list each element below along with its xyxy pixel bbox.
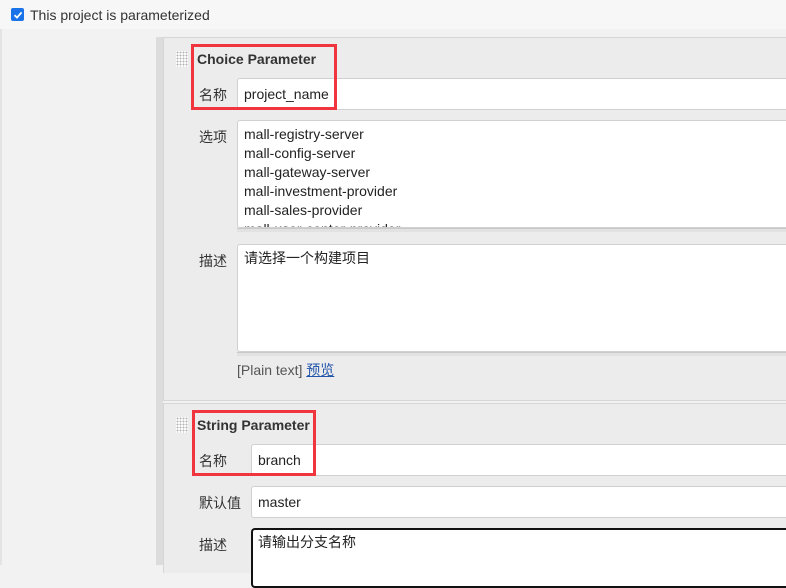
- choices-label: 选项: [199, 129, 227, 145]
- description-textarea[interactable]: 请输出分支名称: [251, 528, 786, 588]
- name-input-value: branch: [258, 452, 301, 468]
- description-textarea[interactable]: 请选择一个构建项目: [237, 244, 786, 352]
- description-label: 描述: [199, 253, 227, 269]
- default-value-label: 默认值: [199, 495, 241, 511]
- name-input[interactable]: branch: [251, 444, 786, 476]
- parameter-type-title: String Parameter: [197, 417, 310, 433]
- drag-handle-icon[interactable]: [176, 417, 188, 433]
- preview-link[interactable]: 预览: [306, 362, 334, 378]
- left-edge: [0, 29, 2, 565]
- plain-text-label: [Plain text]: [237, 362, 303, 378]
- choice-parameter-panel: Choice Parameter 名称 project_name 选项 mall…: [163, 37, 786, 401]
- choice-line: mall-investment-provider: [244, 183, 398, 199]
- name-input-value: project_name: [244, 86, 329, 102]
- default-value-input[interactable]: master: [251, 486, 786, 518]
- name-input[interactable]: project_name: [237, 78, 786, 110]
- choice-line: mall-user-center-provider: [244, 220, 781, 227]
- checkmark-icon: [13, 11, 22, 19]
- string-parameter-panel: String Parameter 名称 branch 默认值 master 描述…: [163, 403, 786, 588]
- parameterized-row: This project is parameterized: [0, 0, 786, 29]
- parameterized-checkbox[interactable]: [11, 8, 24, 21]
- choice-line: mall-registry-server: [244, 126, 364, 142]
- parameter-type-title: Choice Parameter: [197, 51, 317, 67]
- format-hint: [Plain text] 预览: [237, 360, 334, 380]
- choices-resize-handle[interactable]: [237, 228, 786, 232]
- choice-line: mall-sales-provider: [244, 202, 363, 218]
- description-value: 请选择一个构建项目: [244, 250, 370, 266]
- choices-textarea[interactable]: mall-registry-server mall-config-server …: [237, 120, 786, 228]
- parameters-rail: [156, 37, 163, 565]
- drag-handle-icon[interactable]: [176, 51, 188, 67]
- description-label: 描述: [199, 537, 227, 553]
- description-value: 请输出分支名称: [258, 534, 356, 550]
- name-label: 名称: [199, 453, 227, 469]
- default-value: master: [258, 494, 301, 510]
- parameterized-label: This project is parameterized: [30, 6, 210, 23]
- choice-line: mall-config-server: [244, 145, 356, 161]
- choice-line: mall-gateway-server: [244, 164, 371, 180]
- description-resize-handle[interactable]: [237, 352, 786, 356]
- name-label: 名称: [199, 87, 227, 103]
